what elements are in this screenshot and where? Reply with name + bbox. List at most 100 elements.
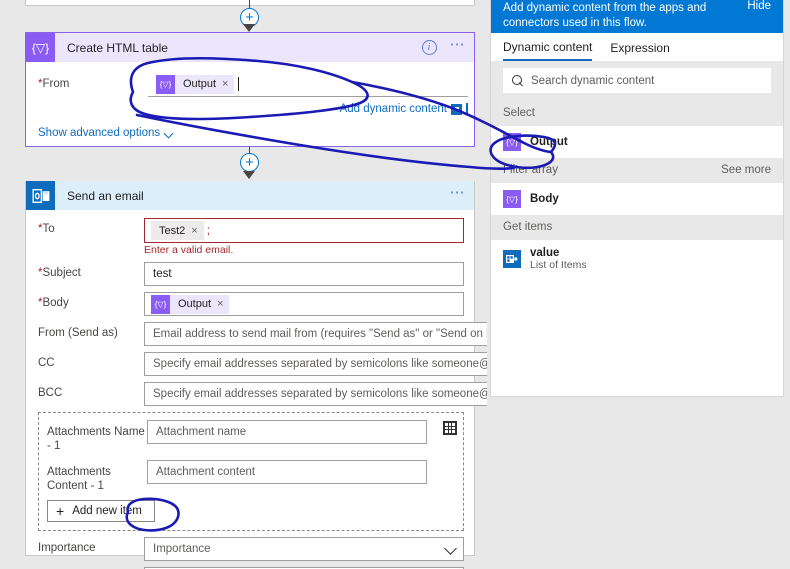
cc-input[interactable]: Specify email addresses separated by sem… bbox=[144, 352, 487, 376]
ellipsis-icon[interactable]: ⋯ bbox=[450, 185, 467, 202]
show-advanced-options-label: Show advanced options bbox=[38, 127, 161, 139]
card-create-html-table[interactable]: {▽} Create HTML table i ⋯ *From {▽} Outp… bbox=[25, 32, 475, 147]
field-label-importance: Importance bbox=[38, 541, 96, 554]
group-title: Get items bbox=[503, 221, 553, 233]
dynamic-content-item-body[interactable]: {▽} Body bbox=[491, 183, 783, 215]
item-label: value bbox=[530, 247, 560, 259]
attachment-name-label: Attachments Name - 1 bbox=[47, 426, 145, 453]
add-new-item-button[interactable]: + Add new item bbox=[47, 499, 155, 522]
add-new-item-label: Add new item bbox=[72, 504, 142, 517]
attachment-content-label: Attachments Content - 1 bbox=[47, 465, 111, 493]
outlook-icon bbox=[26, 181, 55, 210]
attachment-name-placeholder: Attachment name bbox=[156, 426, 247, 438]
field-row-importance: Importance Importance bbox=[38, 536, 464, 561]
token-label: Output bbox=[178, 298, 212, 310]
see-more-link[interactable]: See more bbox=[721, 164, 771, 176]
connector-middle: + bbox=[230, 147, 270, 181]
chevron-down-icon[interactable] bbox=[446, 544, 456, 554]
card-header: {▽} Create HTML table i ⋯ bbox=[26, 33, 474, 62]
body-input[interactable]: {▽} Output × bbox=[144, 292, 464, 316]
to-input[interactable]: Test2 × ; bbox=[144, 218, 464, 243]
card-send-an-email[interactable]: Send an email ⋯ *To Test2 × ; Enter a va… bbox=[25, 181, 487, 569]
field-label-body: *Body bbox=[38, 297, 69, 309]
attachment-content-input[interactable]: Attachment content bbox=[147, 459, 427, 484]
from-input[interactable]: {▽} Output × bbox=[148, 72, 468, 97]
group-title: Filter array bbox=[503, 164, 558, 176]
from-send-as-input[interactable]: Email address to send mail from (require… bbox=[144, 322, 487, 346]
add-dynamic-content-link[interactable]: Add dynamic content bbox=[340, 103, 447, 115]
group-header-get-items: Get items bbox=[491, 215, 783, 240]
dynamic-token-output[interactable]: {▽} Output × bbox=[151, 294, 230, 314]
search-dynamic-content-input[interactable]: Search dynamic content bbox=[503, 68, 771, 93]
importance-value: Importance bbox=[153, 542, 211, 555]
arrow-head-1 bbox=[243, 24, 255, 32]
field-row-bcc: BCC Specify email addresses separated by… bbox=[38, 382, 487, 406]
group-header-filter-array: Filter array See more bbox=[491, 158, 783, 183]
group-header-select: Select bbox=[491, 101, 783, 126]
subject-input[interactable]: test bbox=[144, 262, 464, 286]
panel-edge-marker bbox=[466, 103, 468, 115]
dynamic-token-output[interactable]: {▽} Output × bbox=[156, 74, 235, 94]
field-label-cc: CC bbox=[38, 357, 55, 369]
panel-pointer-notch bbox=[490, 96, 491, 114]
insert-step-button-2[interactable]: + bbox=[240, 153, 259, 172]
item-text-block: value List of Items bbox=[530, 247, 587, 271]
item-label: Output bbox=[530, 136, 568, 148]
bcc-input[interactable]: Specify email addresses separated by sem… bbox=[144, 382, 487, 406]
dynamic-content-panel-body: Add dynamic content from the apps and co… bbox=[490, 0, 784, 397]
card-header: Send an email ⋯ bbox=[26, 181, 474, 210]
card-body: *From {▽} Output × Add dynamic content S… bbox=[26, 62, 474, 146]
token-remove-icon[interactable]: × bbox=[191, 225, 203, 237]
dynamic-content-item-output[interactable]: {▽} Output bbox=[491, 126, 783, 158]
field-label-to: *To bbox=[38, 223, 55, 235]
card-title: Create HTML table bbox=[67, 40, 168, 55]
to-error-message: Enter a valid email. bbox=[144, 244, 234, 256]
item-sublabel: List of Items bbox=[530, 259, 587, 271]
delete-item-icon[interactable] bbox=[443, 421, 457, 435]
dynamic-token-icon: {▽} bbox=[503, 190, 521, 208]
ellipsis-icon[interactable]: ⋯ bbox=[450, 37, 467, 54]
group-title: Select bbox=[503, 107, 535, 119]
field-row-from: *From {▽} Output × bbox=[26, 62, 474, 97]
arrow-head-2 bbox=[243, 171, 255, 179]
connector-top: + bbox=[230, 0, 270, 32]
braces-data-operation-icon: {▽} bbox=[26, 33, 55, 62]
importance-select[interactable]: Importance bbox=[144, 536, 464, 561]
cc-placeholder: Specify email addresses separated by sem… bbox=[153, 358, 487, 370]
field-row-subject: *Subject test bbox=[38, 262, 464, 286]
field-label-from: *From bbox=[38, 78, 70, 90]
field-label-from-send-as: From (Send as) bbox=[38, 327, 118, 339]
field-label-bcc: BCC bbox=[38, 387, 63, 399]
panel-tabs: Dynamic content Expression bbox=[491, 33, 783, 61]
field-label-subject: *Subject bbox=[38, 267, 81, 279]
dynamic-content-item-value[interactable]: value List of Items bbox=[491, 240, 783, 278]
field-row-body: *Body {▽} Output × bbox=[38, 292, 464, 316]
dynamic-token-icon: {▽} bbox=[156, 74, 175, 94]
token-remove-icon[interactable]: × bbox=[222, 78, 234, 90]
panel-hide-button[interactable]: Hide bbox=[747, 0, 771, 12]
subject-value: test bbox=[153, 268, 172, 280]
tab-expression[interactable]: Expression bbox=[610, 34, 669, 61]
field-row-to: *To Test2 × ; Enter a valid email. bbox=[38, 218, 464, 256]
sharepoint-icon bbox=[503, 250, 521, 268]
recipient-token-test2[interactable]: Test2 × bbox=[151, 221, 204, 240]
attachment-content-row: Attachments Content - 1 Attachment conte… bbox=[47, 459, 455, 494]
tab-dynamic-content[interactable]: Dynamic content bbox=[503, 34, 593, 61]
attachments-repeater: Attachments Name - 1 Attachment name Att… bbox=[38, 412, 464, 531]
from-send-as-placeholder: Email address to send mail from (require… bbox=[153, 328, 487, 340]
add-dynamic-content-button[interactable] bbox=[451, 103, 462, 115]
to-trailing-semicolon: ; bbox=[206, 224, 210, 237]
search-icon bbox=[512, 75, 523, 86]
field-row-from-send-as: From (Send as) Email address to send mai… bbox=[38, 322, 487, 346]
item-label: Body bbox=[530, 193, 559, 205]
info-icon[interactable]: i bbox=[421, 40, 437, 55]
dynamic-token-icon: {▽} bbox=[503, 133, 521, 151]
token-label: Test2 bbox=[159, 224, 186, 237]
chevron-down-icon bbox=[165, 129, 173, 137]
search-placeholder: Search dynamic content bbox=[531, 74, 655, 87]
attachment-name-input[interactable]: Attachment name bbox=[147, 420, 427, 444]
text-caret bbox=[238, 77, 240, 91]
token-remove-icon[interactable]: × bbox=[217, 298, 229, 310]
show-advanced-options-link[interactable]: Show advanced options bbox=[38, 127, 173, 139]
token-label: Output bbox=[183, 78, 217, 90]
